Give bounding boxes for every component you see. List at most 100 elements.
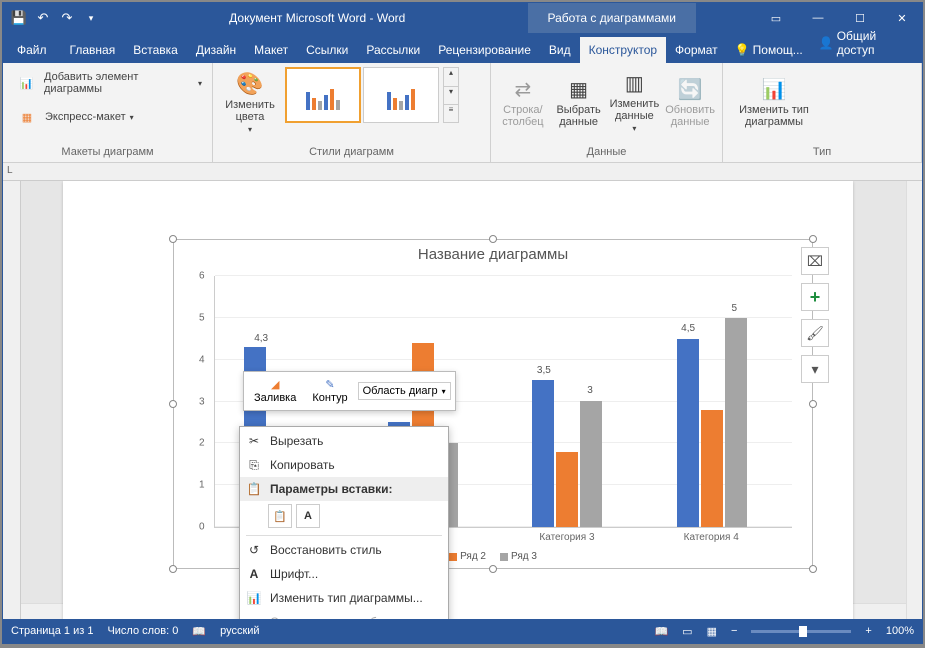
bar[interactable]	[532, 380, 554, 527]
zoom-out-button[interactable]: −	[731, 625, 737, 637]
resize-handle[interactable]	[809, 235, 817, 243]
bar[interactable]	[677, 339, 699, 527]
gallery-up-icon[interactable]: ▴	[444, 68, 458, 86]
bar[interactable]	[580, 401, 602, 527]
resize-handle[interactable]	[169, 400, 177, 408]
legend-label: Ряд 2	[460, 551, 486, 562]
outline-button[interactable]: ✎Контур	[306, 376, 353, 406]
tab-home[interactable]: Главная	[61, 37, 125, 63]
paste-options: 📋 A	[240, 501, 448, 533]
app-window: 💾 ↶ ↷ ▾ Документ Microsoft Word - Word Р…	[2, 2, 923, 644]
ctx-save-template: ▭ Сохранить как шаблон...	[240, 610, 448, 619]
paste-option-2[interactable]: A	[296, 504, 320, 528]
gallery-down-icon[interactable]: ▾	[444, 86, 458, 104]
chart-area-combo[interactable]: Область диагр▾	[358, 382, 451, 400]
ctx-change-type[interactable]: 📊Изменить тип диаграммы...	[240, 586, 448, 610]
style-item-1[interactable]	[285, 67, 361, 123]
ctx-copy[interactable]: ⎘Копировать	[240, 453, 448, 477]
fill-button[interactable]: ◢Заливка	[248, 376, 302, 406]
style-item-2[interactable]	[363, 67, 439, 123]
tab-layout[interactable]: Макет	[245, 37, 297, 63]
ruler-vertical[interactable]	[3, 181, 21, 619]
status-page[interactable]: Страница 1 из 1	[11, 625, 93, 637]
y-tick: 5	[199, 312, 205, 323]
chart-filters-button[interactable]: ▾	[801, 355, 829, 383]
select-data-button[interactable]: ▦Выбрать данные	[553, 67, 605, 137]
funnel-icon: ▾	[811, 361, 818, 378]
tab-format[interactable]: Формат	[666, 37, 727, 63]
switch-row-col-button[interactable]: ⇄Строка/столбец	[497, 67, 549, 137]
tab-review[interactable]: Рецензирование	[429, 37, 540, 63]
palette-icon: 🎨	[236, 71, 263, 97]
group-data-label: Данные	[497, 144, 716, 158]
view-web-icon[interactable]: ▦	[707, 625, 717, 638]
tab-design[interactable]: Дизайн	[187, 37, 245, 63]
document-page[interactable]: Название диаграммы 0 1 2 3 4 5 6	[63, 181, 853, 619]
resize-handle[interactable]	[489, 235, 497, 243]
view-print-icon[interactable]: ▭	[682, 625, 692, 638]
ctx-paste-header: 📋Параметры вставки:	[240, 477, 448, 501]
add-chart-element-button[interactable]: 📊Добавить элемент диаграммы▾	[9, 67, 206, 99]
edit-data-button[interactable]: ▥Изменить данные▾	[609, 67, 661, 137]
tell-me[interactable]: 💡Помощ...	[727, 37, 811, 63]
resize-handle[interactable]	[809, 400, 817, 408]
quick-layout-label: Экспресс-макет	[45, 111, 126, 123]
bar[interactable]	[701, 410, 723, 527]
ribbon-options-icon[interactable]: ▭	[756, 3, 796, 33]
resize-handle[interactable]	[489, 565, 497, 573]
quick-layout-button[interactable]: ▦Экспресс-макет▾	[9, 101, 206, 133]
chart-elements-button[interactable]: +	[801, 283, 829, 311]
tab-insert[interactable]: Вставка	[124, 37, 187, 63]
share-button[interactable]: 👤Общий доступ	[811, 23, 922, 63]
bar-group	[532, 380, 602, 527]
tab-mailings[interactable]: Рассылки	[357, 37, 429, 63]
group-layouts-label: Макеты диаграмм	[9, 144, 206, 158]
zoom-level[interactable]: 100%	[886, 625, 914, 637]
refresh-data-button[interactable]: 🔄Обновить данные	[664, 67, 716, 137]
bar[interactable]	[725, 318, 747, 527]
plus-icon: +	[810, 287, 821, 308]
resize-handle[interactable]	[169, 235, 177, 243]
tab-constructor[interactable]: Конструктор	[580, 37, 666, 63]
zoom-in-button[interactable]: +	[865, 625, 871, 637]
tab-file[interactable]: Файл	[3, 37, 61, 63]
ctx-reset-style[interactable]: ↺Восстановить стиль	[240, 538, 448, 562]
undo-icon[interactable]: ↶	[35, 10, 51, 26]
ruler-horizontal[interactable]	[3, 163, 922, 181]
change-colors-button[interactable]: 🎨 Изменить цвета▾	[219, 67, 281, 137]
category-label: Категория 3	[539, 532, 594, 543]
ctx-cut[interactable]: ✂Вырезать	[240, 429, 448, 453]
redo-icon[interactable]: ↷	[59, 10, 75, 26]
y-tick: 0	[199, 522, 205, 533]
change-chart-type-button[interactable]: 📊Изменить тип диаграммы	[729, 67, 819, 137]
fill-label: Заливка	[254, 392, 296, 404]
status-language[interactable]: русский	[220, 625, 259, 637]
status-words[interactable]: Число слов: 0	[107, 625, 178, 637]
reset-icon: ↺	[246, 542, 262, 558]
qat-dropdown-icon[interactable]: ▾	[83, 10, 99, 26]
bar[interactable]	[556, 452, 578, 527]
save-icon[interactable]: 💾	[11, 10, 27, 26]
legend-swatch	[500, 553, 508, 561]
ctx-label: Сохранить как шаблон...	[270, 615, 407, 619]
template-icon: ▭	[246, 614, 262, 619]
chart-title[interactable]: Название диаграммы	[174, 240, 812, 269]
chart-styles-button[interactable]: 🖌	[801, 319, 829, 347]
tab-references[interactable]: Ссылки	[297, 37, 357, 63]
paste-option-1[interactable]: 📋	[268, 504, 292, 528]
status-spellcheck-icon[interactable]: 📖	[192, 625, 206, 638]
chart-styles-gallery[interactable]	[285, 67, 439, 123]
zoom-slider[interactable]	[751, 630, 851, 633]
data-label: 3	[587, 385, 593, 396]
scrollbar-vertical[interactable]	[906, 181, 922, 619]
gallery-more-icon[interactable]: ≡	[444, 104, 458, 122]
change-type-label: Изменить тип диаграммы	[729, 104, 819, 128]
view-read-icon[interactable]: 📖	[654, 625, 668, 638]
resize-handle[interactable]	[169, 565, 177, 573]
resize-handle[interactable]	[809, 565, 817, 573]
zoom-thumb[interactable]	[799, 626, 807, 637]
tab-view[interactable]: Вид	[540, 37, 580, 63]
ctx-font[interactable]: AШрифт...	[240, 562, 448, 586]
group-styles-label: Стили диаграмм	[219, 144, 484, 158]
layout-options-button[interactable]: ⌧	[801, 247, 829, 275]
